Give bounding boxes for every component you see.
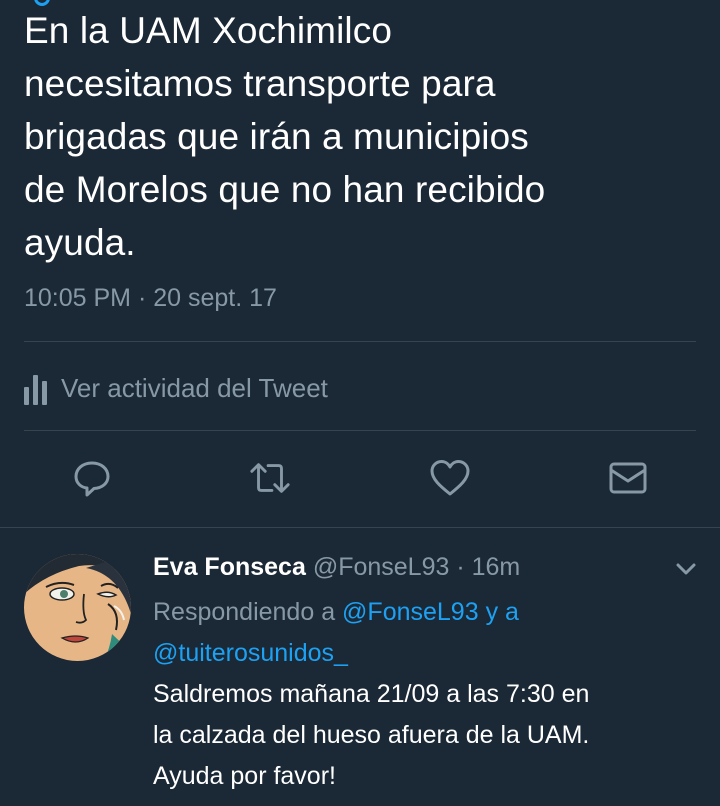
author-handle[interactable]: @FonseL93 bbox=[313, 553, 450, 581]
tweet-options-button[interactable] bbox=[672, 558, 700, 580]
tweet-date: 20 sept. 17 bbox=[153, 284, 277, 312]
analytics-bars-icon bbox=[24, 375, 51, 405]
reply-header: Eva Fonseca @FonseL93 · 16m bbox=[153, 550, 520, 584]
reply-text-line: Saldremos mañana 21/09 a las 7:30 en bbox=[153, 680, 590, 708]
reply-button[interactable] bbox=[70, 456, 114, 500]
avatar-illustration bbox=[24, 554, 131, 661]
tweet-text: En la UAM Xochimilco necesitamos transpo… bbox=[24, 4, 704, 269]
reply-text-line: Ayuda por favor! bbox=[153, 762, 336, 790]
meta-separator: · bbox=[137, 284, 147, 312]
retweet-button[interactable] bbox=[248, 456, 292, 500]
envelope-icon bbox=[609, 462, 647, 494]
tweet-text-line: ayuda. bbox=[24, 222, 136, 263]
author-name[interactable]: Eva Fonseca bbox=[153, 553, 306, 581]
divider bbox=[24, 430, 696, 431]
replying-to-prefix: Respondiendo a bbox=[153, 598, 336, 626]
replying-to: Respondiendo a @FonseL93 y a @tuiterosun… bbox=[153, 592, 693, 674]
chevron-down-icon bbox=[676, 563, 696, 575]
view-tweet-activity-button[interactable]: Ver actividad del Tweet bbox=[24, 366, 328, 410]
replying-to-user-link[interactable]: @FonseL93 bbox=[342, 598, 479, 626]
tweet-text-line: brigadas que irán a municipios bbox=[24, 116, 529, 157]
tweet-action-bar bbox=[0, 456, 720, 506]
header-separator: · bbox=[456, 553, 465, 581]
replying-to-and[interactable]: y a bbox=[486, 598, 519, 626]
tweet-text-line: En la UAM Xochimilco bbox=[24, 10, 393, 51]
like-button[interactable] bbox=[428, 456, 472, 500]
heart-icon bbox=[430, 460, 470, 496]
reply-time: 16m bbox=[471, 553, 521, 581]
reply-tweet[interactable]: Eva Fonseca @FonseL93 · 16m Respondiendo… bbox=[0, 528, 720, 806]
reply-icon bbox=[74, 461, 110, 497]
tweet-time: 10:05 PM bbox=[24, 284, 132, 312]
avatar[interactable] bbox=[24, 554, 131, 661]
reply-text-line: la calzada del hueso afuera de la UAM. bbox=[153, 721, 590, 749]
retweet-icon bbox=[250, 463, 290, 493]
direct-message-button[interactable] bbox=[606, 456, 650, 500]
tweet-text-line: de Morelos que no han recibido bbox=[24, 169, 546, 210]
tweet-text-line: necesitamos transporte para bbox=[24, 63, 496, 104]
view-tweet-activity-label: Ver actividad del Tweet bbox=[61, 372, 328, 403]
tweet-timestamp: 10:05 PM · 20 sept. 17 bbox=[24, 280, 277, 316]
reply-text: Saldremos mañana 21/09 a las 7:30 en la … bbox=[153, 674, 698, 797]
replying-to-user-link[interactable]: @tuiterosunidos_ bbox=[153, 639, 348, 667]
divider bbox=[24, 341, 696, 342]
